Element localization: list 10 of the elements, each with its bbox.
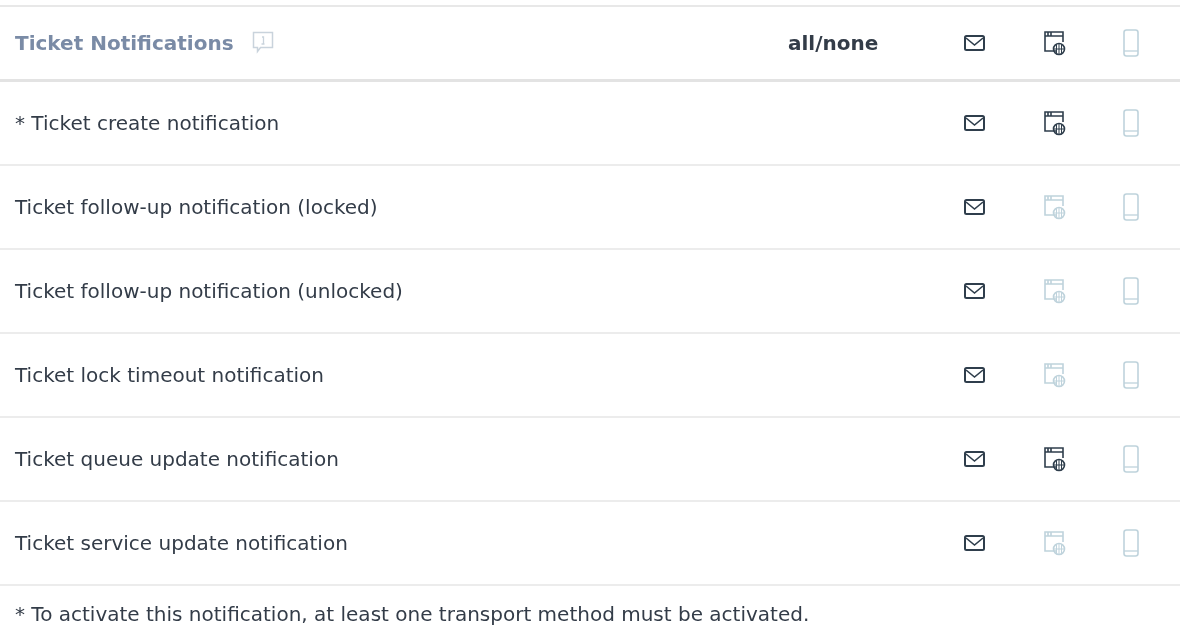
all-none-toggle[interactable]: all/none [788, 31, 908, 55]
notification-label: * Ticket create notification [15, 111, 280, 135]
notification-label: Ticket queue update notification [15, 447, 339, 471]
footnote: * To activate this notification, at least one transport method must be activated. [15, 602, 811, 626]
notification-label: Ticket follow-up notification (locked) [15, 195, 378, 219]
notification-label: Ticket lock timeout notification [15, 363, 325, 387]
info-icon[interactable] [251, 31, 274, 55]
section-title: Ticket Notifications [15, 31, 234, 55]
notification-label: Ticket follow-up notification (unlocked) [15, 279, 403, 303]
notification-label: Ticket service update notification [15, 531, 348, 555]
